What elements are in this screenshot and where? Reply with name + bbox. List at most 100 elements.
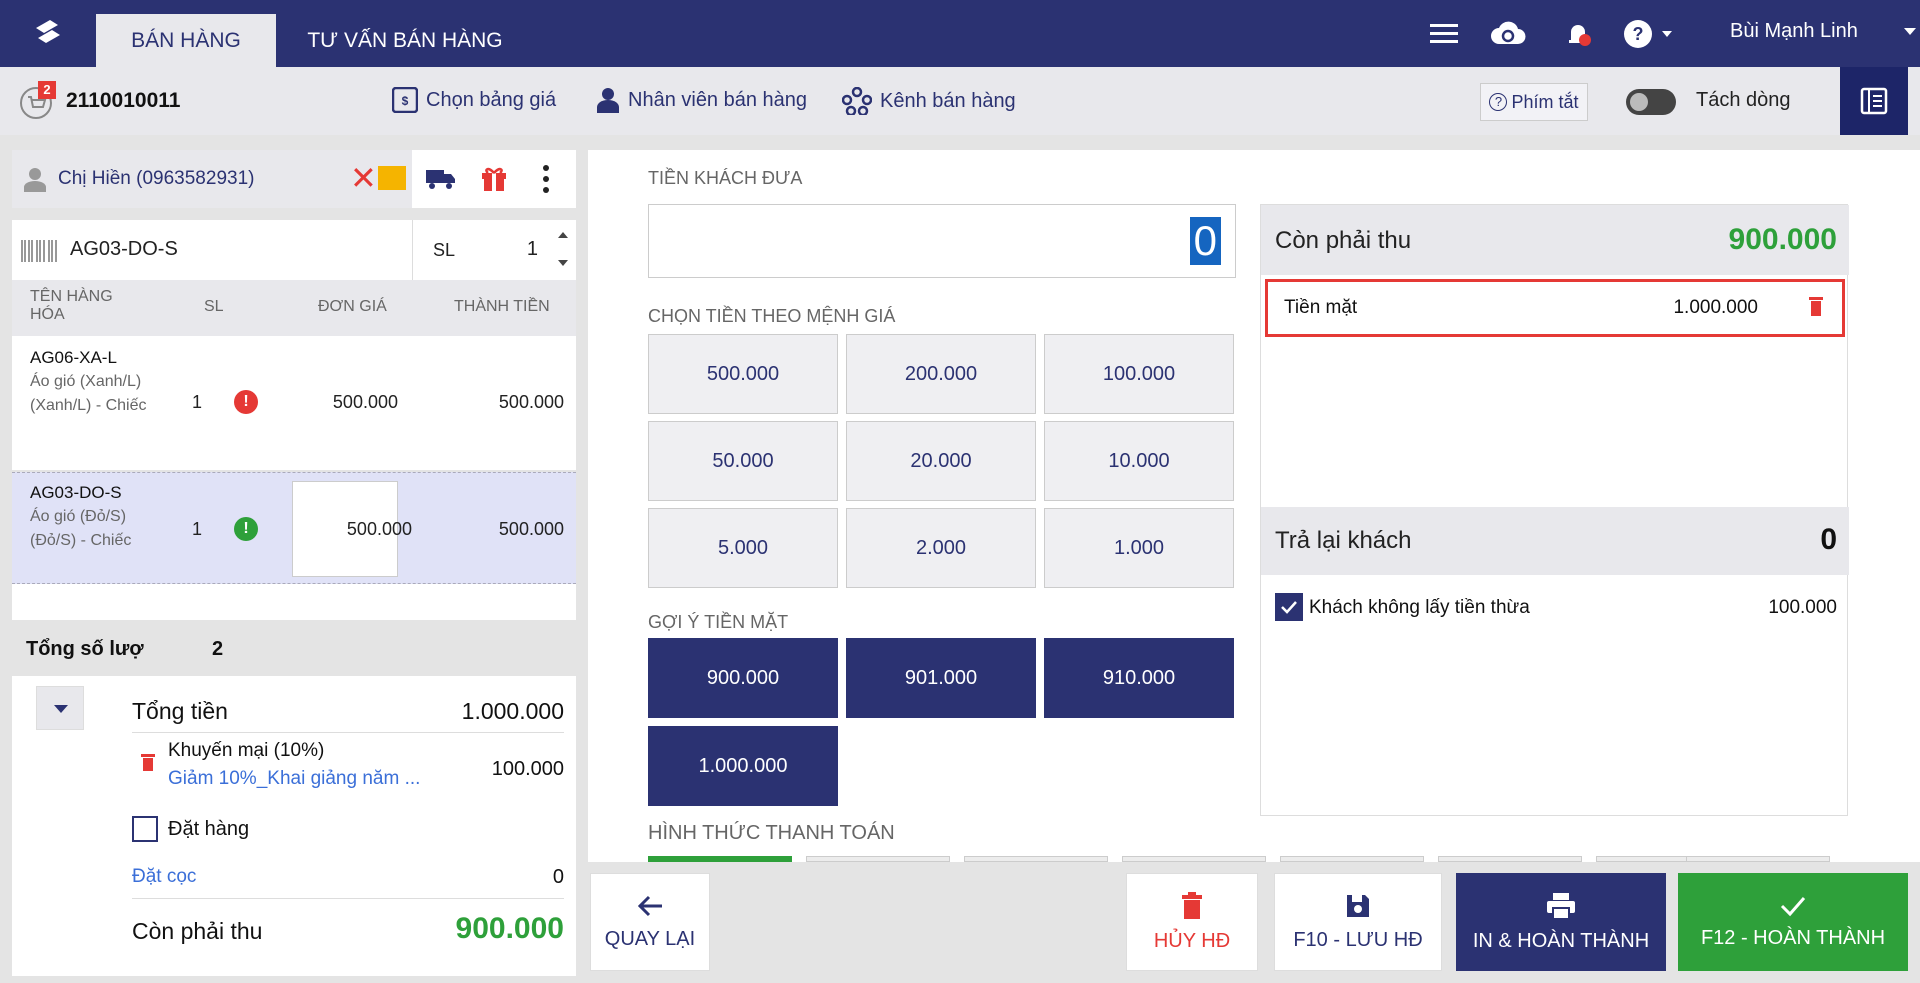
sku-entry-row: AG03-DO-S SL 1 [12,220,576,280]
denomination-button[interactable]: 2.000 [846,508,1036,588]
cart-panel: Chị Hiền (0963582931) ✕ AG03-DO-S SL 1 T… [12,150,576,983]
qty-up-icon[interactable] [558,232,568,238]
qty-down-icon[interactable] [558,260,568,266]
cloud-sync-icon[interactable] [1490,16,1526,52]
stock-warning-icon[interactable]: ! [234,390,258,414]
payment-method-tab[interactable] [1280,856,1424,862]
preorder-checkbox[interactable] [132,816,158,842]
denomination-button[interactable]: 10.000 [1044,421,1234,501]
cash-suggest-label: GỢI Ý TIỀN MẶT [648,612,789,632]
payment-breakdown: Còn phải thu 900.000 Tiền mặt 1.000.000 … [1260,204,1849,816]
price-list-button[interactable]: $ Chọn bảng giá [392,87,556,113]
payment-method-label: HÌNH THỨC THANH TOÁN [648,822,895,844]
payment-method-tab[interactable] [648,856,792,862]
barcode-icon [21,240,57,262]
tab-sales-consult[interactable]: TƯ VẤN BÁN HÀNG [290,0,520,67]
bell-icon[interactable] [1560,16,1596,52]
order-toolbar: 2 2110010011 $ Chọn bảng giá Nhân viên b… [0,67,1920,135]
svg-text:$: $ [402,94,409,108]
split-line-label: Tách dòng [1696,89,1791,111]
denomination-button[interactable]: 1.000 [1044,508,1234,588]
cancel-invoice-button[interactable]: HỦY HĐ [1126,873,1258,971]
col-name: TÊN HÀNG HÓA [30,288,113,323]
delete-promo-icon[interactable] [140,752,156,772]
total-label: Tổng tiền [132,698,228,724]
complete-button[interactable]: F12 - HOÀN THÀNH [1678,873,1908,971]
amount-due-value: 900.000 [455,912,564,945]
sku-input[interactable]: AG03-DO-S [70,238,178,261]
print-complete-button[interactable]: IN & HOÀN THÀNH [1456,873,1666,971]
back-button[interactable]: QUAY LẠI [590,873,710,971]
remove-customer-icon[interactable]: ✕ [350,162,377,194]
cart-table-header: TÊN HÀNG HÓA SL ĐƠN GIÁ THÀNH TIỀN [12,280,576,336]
deposit-value: 0 [552,866,564,888]
trash-icon [1182,891,1202,919]
price-list-icon: $ [392,87,418,113]
cash-suggest-button[interactable]: 901.000 [846,638,1036,718]
app-logo-icon[interactable] [28,14,68,54]
printer-icon [1547,892,1575,920]
staff-icon [597,88,619,113]
stock-ok-icon[interactable]: ! [234,517,258,541]
customer-name[interactable]: Chị Hiền (0963582931) [58,168,254,190]
tab-sales[interactable]: BÁN HÀNG [96,14,276,67]
cash-suggest-button[interactable]: 910.000 [1044,638,1234,718]
save-icon [1347,894,1369,917]
customer-card-icon[interactable] [378,166,406,190]
remaining-due-row: Còn phải thu 900.000 [1261,205,1849,275]
payment-method-tab[interactable] [1686,856,1830,862]
cash-given-label: TIỀN KHÁCH ĐƯA [648,168,803,188]
table-row[interactable]: AG06-XA-L Áo gió (Xanh/L) (Xanh/L) - Chi… [12,336,576,470]
total-value: 1.000.000 [461,698,564,724]
menu-icon[interactable] [1426,16,1462,52]
delivery-truck-icon [426,170,455,189]
split-line-toggle[interactable] [1626,89,1676,115]
order-id[interactable]: 2110010011 [66,89,180,113]
no-change-label: Khách không lấy tiền thừa [1309,597,1530,618]
col-price: ĐƠN GIÁ [318,298,387,315]
user-dropdown-icon[interactable] [1904,28,1916,35]
promo-description[interactable]: Giảm 10%_Khai giảng năm ... [168,768,428,790]
qty-stepper[interactable]: SL 1 [412,220,576,280]
top-bar: BÁN HÀNG TƯ VẤN BÁN HÀNG ? Bùi Mạnh Linh [0,0,1920,67]
cart-count-badge: 2 [38,81,56,99]
no-change-checkbox[interactable] [1275,593,1303,621]
promo-value: 100.000 [491,758,564,780]
denomination-button[interactable]: 100.000 [1044,334,1234,414]
cash-payment-line[interactable]: Tiền mặt 1.000.000 [1265,279,1845,337]
col-qty: SL [204,298,224,315]
no-change-value: 100.000 [1768,597,1837,618]
side-panel-button[interactable] [1840,67,1908,135]
col-total: THÀNH TIỀN [454,298,550,315]
denomination-button[interactable]: 200.000 [846,334,1036,414]
preorder-label: Đặt hàng [168,818,250,840]
help-icon[interactable]: ? [1622,16,1678,52]
customer-row: Chị Hiền (0963582931) ✕ [12,150,576,208]
save-invoice-button[interactable]: F10 - LƯU HĐ [1274,873,1442,971]
order-summary: Tổng tiền 1.000.000 Khuyến mại (10%) Giả… [12,676,576,976]
user-name[interactable]: Bùi Mạnh Linh [1730,20,1858,43]
qty-value[interactable]: 1 [527,238,538,261]
delete-payment-icon[interactable] [1808,295,1824,317]
cash-given-input[interactable]: 0 [648,204,1236,278]
collapse-toggle-button[interactable] [36,686,84,730]
shortcut-button[interactable]: ? Phím tắt [1480,83,1588,121]
denomination-button[interactable]: 5.000 [648,508,838,588]
payment-method-tab[interactable] [964,856,1108,862]
table-row[interactable]: AG03-DO-S Áo gió (Đỏ/S) (Đỏ/S) - Chiếc 1… [12,472,576,584]
denomination-button[interactable]: 500.000 [648,334,838,414]
check-icon [1281,601,1297,614]
sales-staff-button[interactable]: Nhân viên bán hàng [596,87,807,113]
deposit-link[interactable]: Đặt cọc [132,866,196,888]
cash-suggest-button[interactable]: 900.000 [648,638,838,718]
cash-suggest-button[interactable]: 1.000.000 [648,726,838,806]
payment-method-tab[interactable] [1438,856,1582,862]
payment-method-tab[interactable] [806,856,950,862]
change-due-row: Trả lại khách 0 [1261,507,1849,575]
payment-panel: TIỀN KHÁCH ĐƯA 0 CHỌN TIỀN THEO MỆNH GIÁ… [588,150,1920,862]
denomination-button[interactable]: 20.000 [846,421,1036,501]
sales-channel-button[interactable]: Kênh bán hàng [842,87,1016,115]
payment-method-tab[interactable] [1122,856,1266,862]
customer-actions [412,150,576,208]
denomination-button[interactable]: 50.000 [648,421,838,501]
